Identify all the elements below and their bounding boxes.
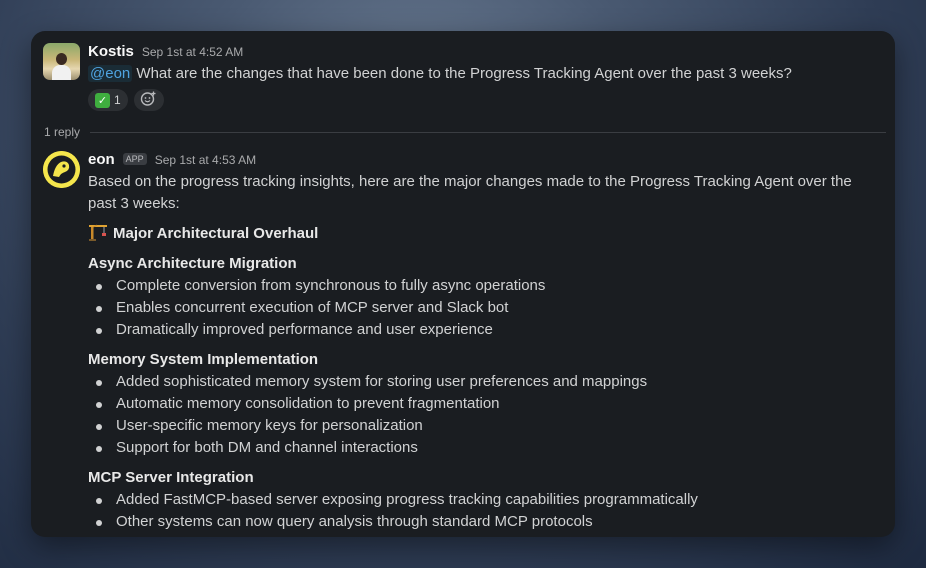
reply-count[interactable]: 1 reply bbox=[44, 125, 80, 139]
app-badge: APP bbox=[122, 153, 147, 165]
list-item: Enables concurrent execution of MCP serv… bbox=[88, 297, 883, 319]
reply-message: eon APP Sep 1st at 4:53 AM Based on the … bbox=[43, 151, 883, 537]
check-mark-icon: ✓ bbox=[95, 92, 110, 108]
list-item: Complete conversion from synchronous to … bbox=[88, 275, 883, 297]
reaction-check[interactable]: ✓ 1 bbox=[88, 89, 128, 111]
thread-window: Kostis Sep 1st at 4:52 AM @eon What are … bbox=[31, 31, 895, 537]
message-timestamp[interactable]: Sep 1st at 4:52 AM bbox=[142, 45, 243, 59]
add-emoji-icon bbox=[140, 90, 157, 110]
list-item: Automatic memory consolidation to preven… bbox=[88, 393, 883, 415]
section-title: Memory System Implementation bbox=[88, 351, 319, 368]
reactions-bar: ✓ 1 bbox=[88, 89, 883, 111]
message-timestamp[interactable]: Sep 1st at 4:53 AM bbox=[155, 153, 256, 167]
reply-divider: 1 reply bbox=[44, 125, 886, 139]
author-name[interactable]: Kostis bbox=[88, 43, 134, 60]
list-item: Added sophisticated memory system for st… bbox=[88, 371, 883, 393]
reply-intro: Based on the progress tracking insights,… bbox=[88, 173, 852, 212]
bullet-list: Added FastMCP-based server exposing prog… bbox=[88, 489, 883, 533]
parent-message: Kostis Sep 1st at 4:52 AM @eon What are … bbox=[43, 43, 883, 113]
reaction-count: 1 bbox=[114, 93, 121, 107]
divider-line bbox=[90, 131, 886, 133]
section-title: Async Architecture Migration bbox=[88, 255, 297, 272]
author-name[interactable]: eon bbox=[88, 151, 115, 168]
list-item: User-specific memory keys for personaliz… bbox=[88, 415, 883, 437]
bullet-list: Added sophisticated memory system for st… bbox=[88, 371, 883, 459]
bullet-list: Complete conversion from synchronous to … bbox=[88, 275, 883, 341]
heading-text: Major Architectural Overhaul bbox=[113, 225, 319, 242]
user-mention[interactable]: @eon bbox=[88, 65, 133, 82]
eon-avatar[interactable] bbox=[43, 151, 80, 188]
main-heading: Major Architectural Overhaul bbox=[88, 222, 883, 245]
message-text: @eon What are the changes that have been… bbox=[88, 63, 883, 85]
list-item: Other systems can now query analysis thr… bbox=[88, 511, 883, 533]
list-item: Support for both DM and channel interact… bbox=[88, 437, 883, 459]
crane-icon bbox=[88, 222, 108, 242]
message-body: What are the changes that have been done… bbox=[132, 65, 792, 82]
section-title: MCP Server Integration bbox=[88, 469, 254, 486]
list-item: Added FastMCP-based server exposing prog… bbox=[88, 489, 883, 511]
list-item: Dramatically improved performance and us… bbox=[88, 319, 883, 341]
add-reaction-button[interactable] bbox=[133, 89, 164, 111]
kostis-avatar[interactable] bbox=[43, 43, 80, 80]
